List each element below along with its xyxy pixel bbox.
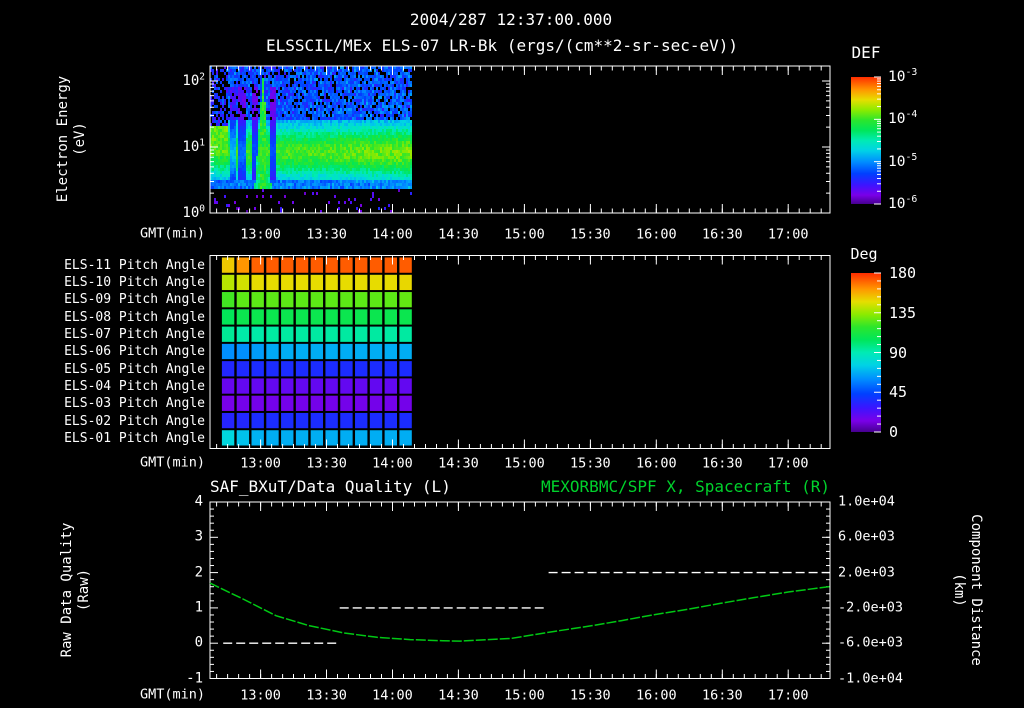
time-tick-label: 13:00 [240, 687, 281, 704]
pitch-row-label: ELS-03 Pitch Angle [64, 396, 205, 412]
pitch-row-label: ELS-01 Pitch Angle [64, 430, 205, 446]
def-tick-label: 10-6 [888, 194, 918, 212]
quality-tick-label: 0 [194, 634, 203, 651]
deg-colorbar-label: Deg [850, 244, 878, 263]
time-tick-label: 17:00 [767, 455, 809, 472]
energy-tick-label: 101 [182, 137, 205, 156]
time-tick-label: 14:30 [438, 455, 479, 472]
pitch-row-label: ELS-06 Pitch Angle [64, 344, 205, 360]
time-tick-label: 13:30 [306, 226, 347, 243]
distance-tick-label: -2.0e+03 [838, 599, 904, 616]
energy-tick-label: 100 [182, 203, 205, 222]
time-tick-label: 14:00 [372, 226, 413, 243]
time-tick-label: 16:00 [635, 226, 677, 243]
quality-tick-label: 3 [194, 528, 203, 545]
time-tick-label: 13:30 [306, 455, 347, 472]
distance-tick-label: -6.0e+03 [838, 634, 904, 651]
deg-colorbar [851, 273, 881, 432]
time-tick-label: 13:00 [240, 226, 281, 243]
time-tick-label: 16:00 [635, 455, 677, 472]
distance-tick-label: 1.0e+04 [838, 493, 895, 510]
time-tick-label: 15:00 [504, 455, 545, 472]
quality-tick-label: 4 [194, 493, 203, 510]
time-tick-label: 15:00 [504, 687, 545, 704]
time-tick-label: 14:00 [372, 455, 413, 472]
quality-tick-label: 1 [194, 599, 203, 616]
pitch-row-label: ELS-07 Pitch Angle [64, 326, 205, 342]
time-tick-label: 14:30 [438, 687, 479, 704]
gmt-label-top: GMT(min) [139, 225, 205, 242]
distance-series-title: MEXORBMC/SPF X, Spacecraft (R) [541, 477, 830, 497]
deg-tick-label: 0 [889, 422, 899, 441]
def-colorbar-label: DEF [851, 43, 881, 63]
pitch-row-label: ELS-04 Pitch Angle [64, 378, 205, 394]
distance-tick-label: 2.0e+03 [838, 564, 895, 581]
quality-axis-label: Raw Data Quality (Raw) [59, 522, 92, 658]
quality-tick-label: 2 [194, 563, 203, 580]
date-title: 2004/287 12:37:00.000 [409, 10, 613, 30]
time-tick-label: 16:00 [635, 687, 677, 704]
energy-tick-label: 102 [182, 71, 205, 90]
electron-spectrogram-canvas [210, 66, 830, 213]
def-tick-label: 10-4 [888, 109, 918, 128]
quality-series-title: SAF_BXuT/Data Quality (L) [210, 477, 451, 497]
distance-axis-label: Component Distance (km) [951, 514, 984, 666]
time-tick-label: 16:30 [701, 455, 743, 472]
pitch-row-label: ELS-02 Pitch Angle [64, 413, 205, 429]
deg-tick-label: 135 [889, 303, 917, 322]
time-tick-label: 14:00 [372, 687, 413, 704]
pitch-row-label: ELS-10 Pitch Angle [64, 274, 205, 290]
def-tick-label: 10-5 [888, 151, 918, 170]
pitch-row-label: ELS-11 Pitch Angle [64, 257, 205, 273]
deg-tick-label: 90 [889, 343, 908, 362]
instrument-title: ELSSCIL/MEx ELS-07 LR-Bk (ergs/(cm**2-sr… [265, 36, 739, 56]
time-tick-label: 15:30 [570, 455, 611, 472]
energy-axis-label: Electron Energy (eV) [55, 75, 88, 203]
time-tick-label: 13:30 [306, 687, 347, 704]
time-tick-label: 17:00 [767, 687, 809, 704]
time-tick-label: 13:00 [240, 455, 281, 472]
distance-tick-label: 6.0e+03 [838, 528, 895, 545]
gmt-label-bottom: GMT(min) [139, 686, 205, 703]
time-tick-label: 15:30 [570, 226, 611, 243]
pitch-row-label: ELS-09 Pitch Angle [64, 292, 205, 308]
deg-tick-label: 45 [889, 383, 908, 401]
time-tick-label: 14:30 [438, 226, 479, 243]
def-colorbar [851, 77, 881, 204]
deg-tick-label: 180 [889, 263, 917, 282]
gmt-label-middle: GMT(min) [139, 454, 205, 471]
time-tick-label: 17:00 [767, 226, 809, 243]
distance-tick-label: -1.0e+04 [838, 670, 904, 687]
pitch-row-label: ELS-05 Pitch Angle [64, 361, 205, 377]
time-tick-label: 16:30 [701, 226, 743, 243]
quality-tick-label: -1 [186, 669, 203, 686]
time-tick-label: 15:30 [570, 687, 611, 704]
time-tick-label: 15:00 [504, 226, 545, 243]
def-tick-label: 10-3 [888, 67, 918, 85]
pitch-angle-canvas [210, 255, 830, 448]
time-tick-label: 16:30 [701, 687, 743, 704]
pitch-row-label: ELS-08 Pitch Angle [64, 309, 205, 325]
plot-root: 2004/287 12:37:00.000 ELSSCIL/MEx ELS-07… [0, 0, 1024, 708]
